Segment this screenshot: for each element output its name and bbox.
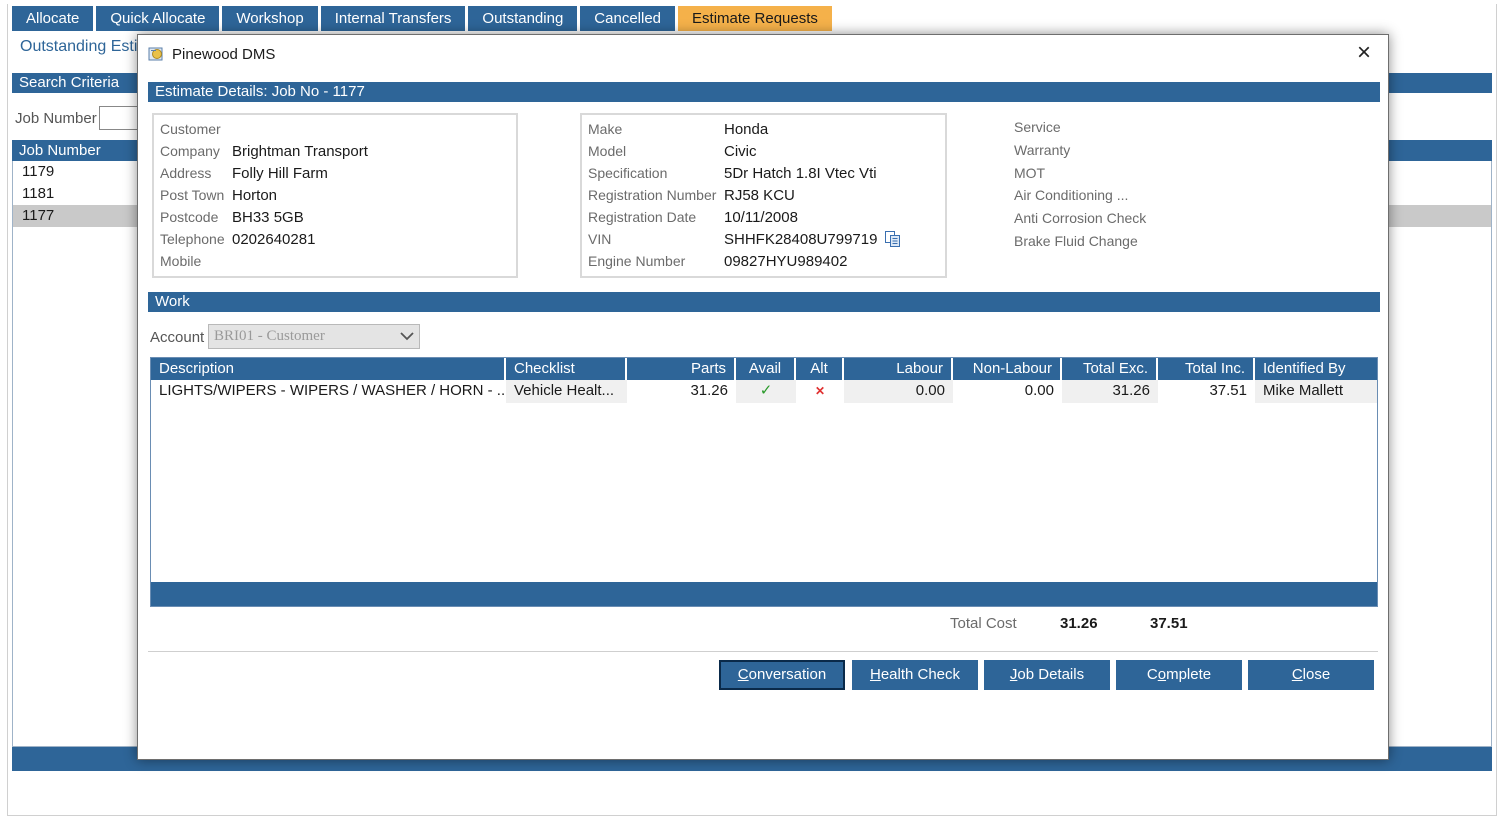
service-item: Warranty	[1014, 141, 1071, 158]
dialog-titlebar: Pinewood DMS ×	[138, 35, 1388, 73]
tab-estimate-requests[interactable]: Estimate Requests	[678, 6, 832, 31]
work-grid: Description Checklist Parts Avail Alt La…	[150, 357, 1378, 607]
cell-description: LIGHTS/WIPERS - WIPERS / WASHER / HORN -…	[159, 382, 506, 399]
account-select[interactable]: BRI01 - Customer	[208, 324, 420, 349]
app-icon	[148, 47, 163, 61]
total-cost-label: Total Cost	[950, 615, 1017, 632]
service-types-list: Service Warranty MOT Air Conditioning ..…	[1014, 119, 1146, 256]
telephone-value: 0202640281	[232, 231, 316, 248]
service-item: MOT	[1014, 164, 1046, 181]
cell-alt: ✕	[796, 380, 844, 403]
close-button[interactable]: Close	[1248, 660, 1374, 690]
service-item: Brake Fluid Change	[1014, 232, 1138, 249]
column-header-labour[interactable]: Labour	[844, 358, 953, 380]
cell-labour: 0.00	[844, 380, 953, 403]
company-value: Brightman Transport	[232, 143, 368, 160]
cell-parts: 31.26	[690, 382, 728, 399]
make-value: Honda	[724, 121, 769, 138]
vin-value: SHHFK28408U799719	[724, 231, 878, 248]
tab-cancelled[interactable]: Cancelled	[580, 6, 676, 31]
customer-panel: Customer Company Brightman Transport Addr…	[152, 113, 518, 278]
telephone-label: Telephone	[160, 231, 225, 247]
complete-button[interactable]: Complete	[1116, 660, 1242, 690]
column-header-avail[interactable]: Avail	[736, 358, 796, 380]
address-label: Address	[160, 165, 212, 181]
address-value: Folly Hill Farm	[232, 165, 328, 182]
column-header-total-exc[interactable]: Total Exc.	[1062, 358, 1158, 380]
close-icon[interactable]: ×	[1352, 41, 1376, 66]
health-check-button[interactable]: Health Check	[852, 660, 978, 690]
tab-workshop[interactable]: Workshop	[222, 6, 318, 31]
engine-number-value: 09827HYU989402	[724, 253, 848, 270]
specification-label: Specification	[588, 165, 668, 181]
job-details-button[interactable]: Job Details	[984, 660, 1110, 690]
post-town-label: Post Town	[160, 187, 225, 203]
customer-label: Customer	[160, 121, 221, 137]
cell-identified-by: Mike Mallett	[1255, 380, 1377, 403]
main-tabbar: Allocate Quick Allocate Workshop Interna…	[12, 6, 835, 31]
tab-quick-allocate[interactable]: Quick Allocate	[96, 6, 220, 31]
page-title: Outstanding Esti	[20, 38, 138, 55]
service-item: Service	[1014, 119, 1061, 135]
cell-total-inc: 37.51	[1209, 382, 1247, 399]
column-header-alt[interactable]: Alt	[796, 358, 844, 380]
copy-icon[interactable]	[884, 230, 902, 248]
registration-number-value: RJ58 KCU	[724, 187, 795, 204]
job-number-label: Job Number	[15, 110, 97, 127]
table-row[interactable]: LIGHTS/WIPERS - WIPERS / WASHER / HORN -…	[151, 380, 1377, 403]
make-label: Make	[588, 121, 623, 137]
chevron-down-icon	[400, 332, 414, 341]
work-header: Work	[148, 292, 1380, 312]
account-select-value: BRI01 - Customer	[214, 328, 325, 344]
cell-non-labour: 0.00	[1024, 382, 1054, 399]
model-label: Model	[588, 143, 627, 159]
column-header-non-labour[interactable]: Non-Labour	[953, 358, 1062, 380]
company-label: Company	[160, 143, 220, 159]
mobile-label: Mobile	[160, 253, 202, 269]
cross-icon: ✕	[814, 384, 826, 398]
cell-avail: ✓	[736, 380, 796, 403]
service-item: Anti Corrosion Check	[1014, 210, 1147, 227]
engine-number-label: Engine Number	[588, 253, 686, 269]
total-cost-inc: 37.51	[1150, 615, 1188, 632]
postcode-label: Postcode	[160, 209, 219, 225]
vehicle-panel: Make Honda Model Civic Specification 5Dr Ha…	[580, 113, 947, 278]
registration-date-label: Registration Date	[588, 209, 697, 225]
post-town-value: Horton	[232, 187, 278, 204]
cell-total-exc: 31.26	[1062, 380, 1158, 403]
tab-internal-transfers[interactable]: Internal Transfers	[320, 6, 466, 31]
work-grid-header: Description Checklist Parts Avail Alt La…	[151, 358, 1377, 380]
cell-checklist: Vehicle Healt...	[506, 380, 627, 403]
column-header-total-inc[interactable]: Total Inc.	[1158, 358, 1255, 380]
column-header-checklist[interactable]: Checklist	[506, 358, 627, 380]
check-icon: ✓	[759, 382, 773, 399]
specification-value: 5Dr Hatch 1.8I Vtec Vti	[724, 165, 877, 182]
work-grid-footer	[151, 582, 1377, 606]
tab-outstanding[interactable]: Outstanding	[468, 6, 578, 31]
postcode-value: BH33 5GB	[232, 209, 304, 226]
estimate-details-header: Estimate Details: Job No - 1177	[148, 82, 1380, 102]
column-header-description[interactable]: Description	[151, 358, 506, 380]
total-cost-exc: 31.26	[1060, 615, 1098, 632]
estimate-details-dialog: Pinewood DMS × Estimate Details: Job No …	[137, 34, 1389, 760]
dialog-title: Pinewood DMS	[172, 46, 276, 63]
registration-date-value: 10/11/2008	[724, 209, 798, 226]
divider	[148, 651, 1378, 652]
column-header-parts[interactable]: Parts	[627, 358, 736, 380]
tab-allocate[interactable]: Allocate	[12, 6, 94, 31]
conversation-button[interactable]: Conversation	[719, 660, 845, 690]
vin-label: VIN	[588, 231, 612, 247]
column-header-identified-by[interactable]: Identified By	[1255, 358, 1377, 380]
account-label: Account	[150, 329, 205, 346]
model-value: Civic	[724, 143, 757, 160]
service-item: Air Conditioning ...	[1014, 187, 1129, 204]
registration-number-label: Registration Number	[588, 187, 717, 203]
